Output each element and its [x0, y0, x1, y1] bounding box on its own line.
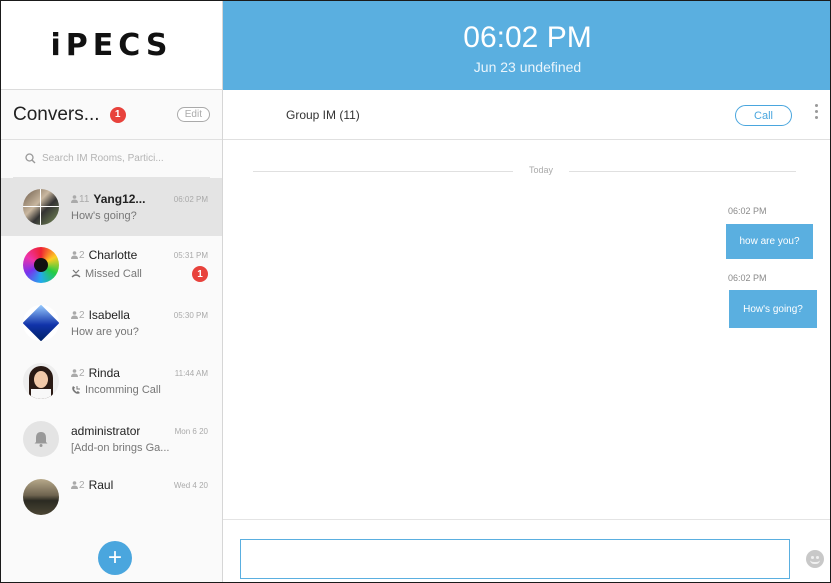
conversation-time: 06:02 PM [173, 194, 208, 204]
member-count: 11 [71, 194, 89, 205]
member-count: 2 [71, 310, 85, 321]
unread-badge: 1 [109, 106, 126, 123]
person-icon [71, 311, 78, 319]
conversation-preview: How are you? [71, 326, 139, 338]
conversation-preview: How's going? [71, 210, 137, 222]
clock: 06:02 PM [463, 21, 592, 54]
bell-icon [34, 432, 48, 447]
conversation-item-yang[interactable]: 11 Yang12... 06:02 PM How's going? [1, 178, 222, 236]
conversation-item-charlotte[interactable]: 2 Charlotte 05:31 PM Missed Call 1 [1, 236, 222, 294]
composer [223, 519, 830, 582]
person-icon [71, 251, 78, 259]
conversation-name: Raul [88, 478, 114, 492]
conversation-item-rinda[interactable]: 2 Rinda 11:44 AM Incomming Call [1, 352, 222, 410]
message-bubble: How's going? [729, 290, 817, 328]
message-bubble: how are you? [726, 224, 813, 259]
message-time: 06:02 PM [728, 273, 767, 283]
avatar [23, 421, 59, 457]
app-window: iPECS Convers... 1 Edit Search IM Rooms,… [0, 0, 831, 583]
search-input[interactable]: Search IM Rooms, Partici... [42, 153, 164, 164]
sidebar: iPECS Convers... 1 Edit Search IM Rooms,… [1, 1, 223, 582]
message-input[interactable] [240, 539, 790, 579]
logo-area: iPECS [1, 1, 222, 90]
member-count: 2 [71, 250, 85, 261]
edit-button[interactable]: Edit [176, 107, 210, 122]
conversation-name: Rinda [88, 366, 120, 380]
chat-title: Group IM (11) [286, 107, 360, 122]
conversation-time: 05:31 PM [173, 250, 208, 260]
member-count: 2 [71, 480, 85, 491]
conversation-name: Charlotte [88, 248, 138, 262]
conversation-name: Yang12... [93, 192, 146, 206]
conversation-item-raul[interactable]: 2 Raul Wed 4 20 [1, 468, 222, 526]
conversation-time: Wed 4 20 [173, 480, 208, 490]
conversations-header: Convers... 1 Edit [1, 90, 222, 140]
conversation-preview: Missed Call [85, 268, 142, 280]
search-bar[interactable]: Search IM Rooms, Partici... [13, 140, 210, 178]
app-logo: iPECS [50, 27, 173, 63]
message-time: 06:02 PM [728, 206, 767, 216]
conversation-list: 11 Yang12... 06:02 PM How's going? 2 Cha… [1, 178, 222, 526]
person-icon [71, 195, 78, 203]
status-header: 06:02 PM Jun 23 undefined [223, 1, 830, 90]
conversation-preview: Incomming Call [85, 384, 161, 396]
conversation-name: Isabella [88, 308, 130, 322]
conversation-time: 05:30 PM [173, 310, 208, 320]
date-label: Jun 23 undefined [473, 59, 582, 75]
conversation-time: 11:44 AM [174, 368, 208, 378]
search-icon [25, 153, 36, 164]
conversation-name: administrator [71, 424, 141, 438]
chat-panel: 06:02 PM Jun 23 undefined Group IM (11) … [223, 1, 830, 582]
conversation-time: Mon 6 20 [174, 426, 208, 436]
conversation-preview: [Add-on brings Ga... [71, 442, 170, 454]
person-icon [71, 369, 78, 377]
new-conversation-button[interactable]: + [98, 541, 132, 575]
incoming-call-icon [71, 385, 81, 395]
conversation-item-isabella[interactable]: 2 Isabella 05:30 PM How are you? [1, 294, 222, 352]
missed-call-icon [71, 269, 81, 279]
chat-header: Group IM (11) Call [223, 90, 830, 140]
emoji-icon[interactable] [806, 550, 824, 568]
conversation-item-administrator[interactable]: administrator Mon 6 20 [Add-on brings Ga… [1, 410, 222, 468]
more-options-icon[interactable] [815, 104, 818, 119]
member-count: 2 [71, 368, 85, 379]
conversations-title: Convers... [13, 103, 100, 125]
avatar [23, 247, 59, 283]
avatar [23, 363, 59, 399]
group-avatar [23, 189, 59, 225]
call-button[interactable]: Call [735, 105, 792, 126]
day-separator-label: Today [513, 165, 570, 175]
avatar [23, 479, 59, 515]
avatar [23, 305, 59, 341]
person-icon [71, 481, 78, 489]
unread-badge: 1 [192, 266, 208, 282]
